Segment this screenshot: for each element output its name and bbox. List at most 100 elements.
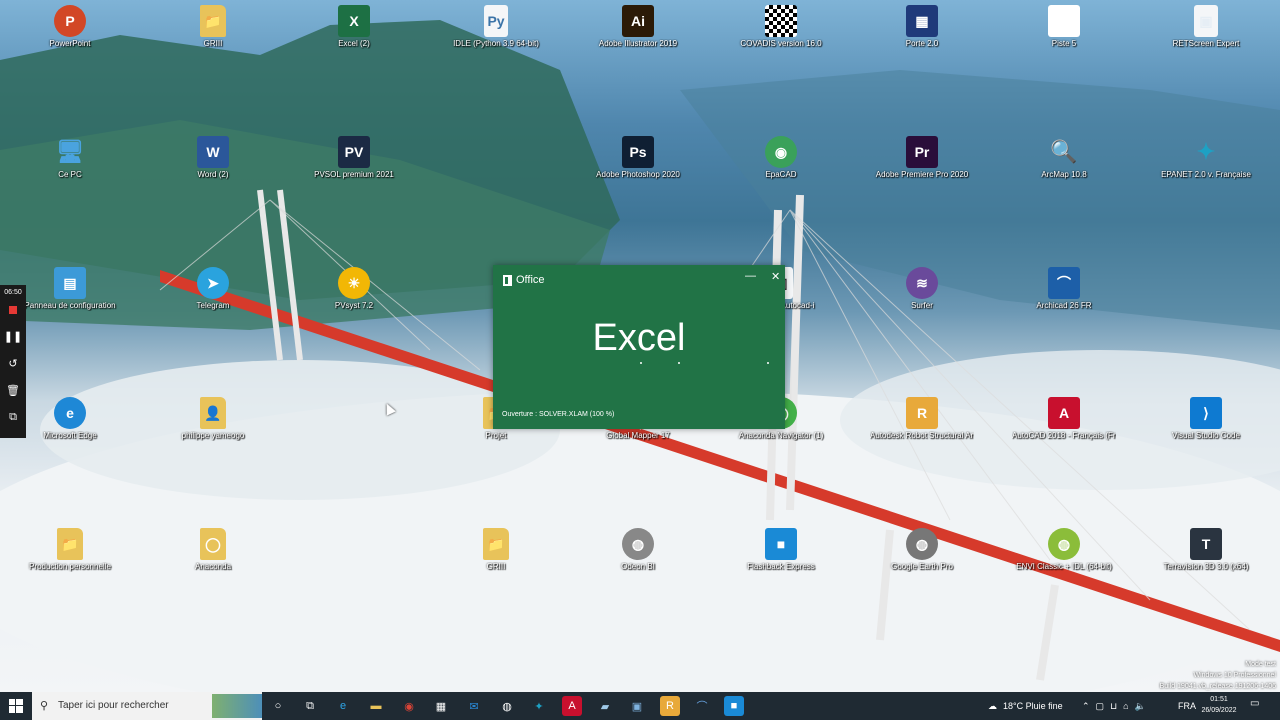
search-icon: ⚲: [40, 700, 49, 712]
desktop-icon[interactable]: ⟩ Visual Studio Code: [1154, 397, 1258, 441]
taskbar-mail[interactable]: ✉: [464, 696, 484, 716]
taskbar-image-viewer[interactable]: ▣: [627, 696, 647, 716]
desktop-icon[interactable]: ▤ Panneau de configuration: [18, 267, 122, 311]
clock[interactable]: 01:51 26/09/2022: [1195, 694, 1243, 716]
excel-splash-window[interactable]: Office — ✕ Excel Ouverture : SOLVER.XLAM…: [493, 265, 785, 429]
minimize-button[interactable]: —: [745, 270, 756, 282]
taskbar-chrome[interactable]: ◉: [399, 696, 419, 716]
taskbar-archicad[interactable]: ⌒: [692, 696, 712, 716]
desktop-icon[interactable]: X Excel (2): [302, 5, 406, 49]
desktop-icon[interactable]: ◍ ENVI Classic + IDL (64-bit): [1012, 528, 1116, 572]
excel-icon: X: [338, 5, 370, 37]
folder-icon: 📁: [57, 528, 83, 560]
desktop-icon[interactable]: 🔍 ArcMap 10.8: [1012, 136, 1116, 180]
premiere-icon: Pr: [906, 136, 938, 168]
desktop-icon[interactable]: ✦ EPANET 2.0 v. Française: [1154, 136, 1258, 180]
delete-button[interactable]: 🗑: [0, 377, 26, 404]
desktop-icon[interactable]: W Word (2): [161, 136, 265, 180]
desktop-icon-label: RETScreen Expert: [1172, 39, 1240, 48]
desktop-icon[interactable]: 👤 philippe yameogo: [161, 397, 265, 441]
settings-button[interactable]: ⧉: [0, 404, 26, 431]
cortana-button[interactable]: ○: [268, 696, 288, 716]
desktop-icon[interactable]: 🖥 Ce PC: [18, 136, 122, 180]
desktop-icon[interactable]: 5 Piste 5: [1012, 5, 1116, 49]
autocad-icon: A: [568, 700, 576, 712]
desktop-icon[interactable]: ➤ Telegram: [161, 267, 265, 311]
desktop-icon[interactable]: ◆ COVADIS version 16.0: [729, 5, 833, 49]
taskbar-app[interactable]: ▰: [595, 696, 615, 716]
archicad-icon: ⌒: [1048, 267, 1080, 299]
volume-icon: 🔈: [1134, 700, 1146, 711]
desktop-icon[interactable]: P PowerPoint: [18, 5, 122, 49]
desktop-icon[interactable]: PV PVSOL premium 2021: [302, 136, 406, 180]
desktop-icon[interactable]: T Terravision 3D 3.0 (x64): [1154, 528, 1258, 572]
network-icon: ⌂: [1123, 701, 1129, 711]
taskbar-edge[interactable]: e: [333, 696, 353, 716]
search-highlight-image: [212, 694, 262, 718]
loading-dots: [493, 362, 785, 366]
desktop-icon-label: GRIII: [203, 39, 223, 48]
restart-icon: ↺: [8, 358, 18, 370]
desktop-icon[interactable]: ▣ RETScreen Expert: [1154, 5, 1258, 49]
desktop-icon[interactable]: 📁 GRIII: [444, 528, 548, 572]
taskbar-robot[interactable]: R: [660, 696, 680, 716]
pause-button[interactable]: ❚❚: [0, 323, 26, 350]
desktop-icon-label: GRIII: [486, 562, 506, 571]
desktop-icon[interactable]: Pr Adobe Premiere Pro 2020: [870, 136, 974, 180]
office-brand: Office: [503, 274, 545, 286]
desktop-icon[interactable]: Ai Adobe Illustrator 2019: [586, 5, 690, 49]
epanet-icon: ✦: [534, 700, 544, 713]
taskbar-store[interactable]: ▦: [431, 696, 451, 716]
start-button[interactable]: [0, 692, 32, 720]
desktop-icon[interactable]: ≋ Surfer: [870, 267, 974, 311]
desktop-icon[interactable]: ◯ Anaconda: [161, 528, 265, 572]
desktop-icon-label: EPANET 2.0 v. Française: [1161, 170, 1251, 179]
search-box[interactable]: ⚲ Taper ici pour rechercher: [32, 692, 262, 720]
taskbar-explorer[interactable]: ▬: [366, 696, 386, 716]
close-button[interactable]: ✕: [771, 270, 780, 283]
desktop-icon[interactable]: R Autodesk Robot Structural Analysis Prof…: [870, 397, 974, 441]
desktop-icon[interactable]: 📁 Production personnelle: [18, 528, 122, 572]
desktop-icon-label: IDLE (Python 3.9 64-bit): [453, 39, 539, 48]
telegram-icon: ➤: [197, 267, 229, 299]
pvsyst-icon: ☀: [338, 267, 370, 299]
desktop-icon[interactable]: e Microsoft Edge: [18, 397, 122, 441]
archicad-icon: ⌒: [696, 701, 708, 713]
desktop-icon[interactable]: ◍ Odeon BI: [586, 528, 690, 572]
desktop-icon[interactable]: Py IDLE (Python 3.9 64-bit): [444, 5, 548, 49]
desktop-icon[interactable]: ◉ EpaCAD: [729, 136, 833, 180]
desktop-icon-label: PowerPoint: [49, 39, 91, 48]
desktop-icon-label: Adobe Premiere Pro 2020: [875, 170, 969, 179]
splash-status: Ouverture : SOLVER.XLAM (100 %): [502, 411, 615, 418]
desktop-icon[interactable]: ☀ PVsyst 7.2: [302, 267, 406, 311]
task-view-icon: ⧉: [306, 699, 314, 712]
piste-icon: 5: [1048, 5, 1080, 37]
usb-icon: ⊔: [1110, 700, 1118, 711]
desktop-icon[interactable]: ⌒ Archicad 26 FR: [1012, 267, 1116, 311]
desktop-icon[interactable]: 📁 GRIII: [161, 5, 265, 49]
desktop-icon-label: Autodesk Robot Structural Analysis Profe…: [870, 431, 974, 440]
language-indicator[interactable]: FRA: [1178, 692, 1196, 720]
mail-icon: ✉: [469, 700, 479, 713]
task-view-button[interactable]: ⧉: [300, 696, 320, 716]
weather-widget[interactable]: ☁ 18°C Pluie fine: [988, 692, 1063, 720]
notification-button[interactable]: ▭: [1250, 698, 1264, 712]
taskbar-epanet[interactable]: ✦: [529, 696, 549, 716]
desktop-icon[interactable]: A AutoCAD 2018 - Français (French): [1012, 397, 1116, 441]
restart-button[interactable]: ↺: [0, 350, 26, 377]
desktop-icon[interactable]: ◍ Google Earth Pro: [870, 528, 974, 572]
record-stop-button[interactable]: [0, 296, 26, 323]
taskbar-autocad[interactable]: A: [562, 696, 582, 716]
clock-date: 26/09/2022: [1201, 707, 1237, 714]
desktop-icon-label: Google Earth Pro: [891, 562, 953, 571]
cortana-icon: ○: [274, 700, 282, 712]
loading-dot: [767, 362, 769, 364]
desktop-icon[interactable]: Ps Adobe Photoshop 2020: [586, 136, 690, 180]
system-tray[interactable]: ⌃ ▢ ⊔ ⌂ 🔈: [1082, 692, 1146, 720]
computer-icon: 🖥: [56, 139, 84, 164]
desktop-icon[interactable]: ■ Flashback Express: [729, 528, 833, 572]
taskbar-flashback[interactable]: ■: [724, 696, 744, 716]
taskbar-odeon[interactable]: ◍: [497, 696, 517, 716]
odeon-icon: ◍: [622, 528, 654, 560]
desktop-icon[interactable]: ▦ Porte 2.0: [870, 5, 974, 49]
